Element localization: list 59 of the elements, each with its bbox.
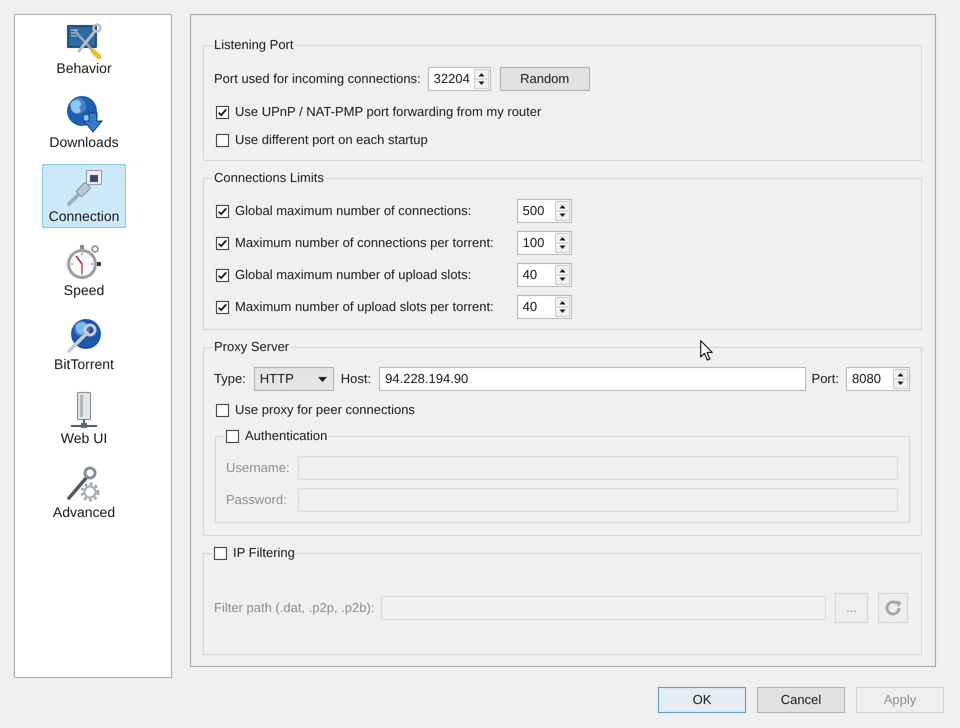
dialog-button[interactable]: OK (658, 687, 746, 713)
checkbox-label[interactable]: Maximum number of upload slots per torrent: (235, 299, 494, 315)
refresh-icon (883, 598, 903, 618)
field-label: Filter path (.dat, .p2p, .p2b): (214, 600, 374, 616)
mouse-pointer-icon (700, 340, 713, 361)
sidebar-item[interactable]: Behavior (42, 16, 126, 80)
proxy-type-dropdown[interactable]: HTTP (254, 367, 334, 391)
dialog-button[interactable]: Cancel (757, 687, 845, 713)
network-plug-icon (64, 168, 104, 208)
number-spinbox[interactable]: 500 (516, 199, 572, 223)
field-label: Host: (340, 371, 372, 387)
up-down-arrows-icon[interactable] (554, 265, 570, 285)
group-title: Proxy Server (214, 339, 290, 354)
sidebar-item[interactable]: BitTorrent (42, 312, 126, 376)
checkbox[interactable] (216, 404, 229, 416)
stopwatch-icon (64, 242, 104, 282)
number-spinbox[interactable]: 8080 (846, 367, 910, 391)
number-spinbox[interactable]: 32204 (428, 67, 491, 91)
checkbox[interactable] (216, 204, 229, 218)
checkbox-label[interactable]: Global maximum number of connections: (235, 203, 472, 219)
group-title: Listening Port (214, 37, 294, 52)
sidebar-item[interactable]: Connection (42, 164, 126, 228)
checkbox-label[interactable]: Use UPnP / NAT-PMP port forwarding from my router (235, 104, 542, 120)
random-button[interactable]: Random (500, 67, 590, 91)
checkbox[interactable] (216, 300, 229, 314)
field-label: Username: (226, 460, 290, 476)
checkbox-label[interactable]: Authentication (245, 428, 328, 444)
checkbox-label[interactable]: Global maximum number of upload slots: (235, 267, 472, 283)
field-label: Port: (812, 371, 839, 387)
checkbox[interactable] (216, 134, 229, 146)
up-down-arrows-icon[interactable] (554, 233, 570, 253)
globe-with-wrench-icon (64, 316, 104, 356)
up-down-arrows-icon[interactable] (474, 69, 489, 89)
number-spinbox[interactable]: 40 (516, 295, 572, 319)
sidebar-item[interactable]: Downloads (42, 90, 126, 154)
checkbox[interactable] (214, 546, 227, 560)
checkbox-label[interactable]: Maximum number of connections per torrent: (235, 235, 494, 251)
checkbox-label[interactable]: IP Filtering (233, 545, 295, 561)
number-spinbox[interactable]: 100 (516, 231, 572, 255)
checkbox[interactable] (216, 236, 229, 250)
sidebar-item[interactable]: Web UI (42, 386, 126, 450)
number-spinbox[interactable]: 40 (516, 263, 572, 287)
globe-with-arrow-icon (64, 94, 104, 134)
up-down-arrows-icon[interactable] (893, 369, 908, 389)
field-label: Port used for incoming connections: (214, 71, 421, 87)
checkbox-label[interactable]: Use proxy for peer connections (235, 402, 415, 418)
checkbox[interactable] (216, 268, 229, 282)
host-field[interactable]: 94.228.194.90 (379, 367, 806, 391)
up-down-arrows-icon[interactable] (554, 297, 570, 317)
field-label: Type: (214, 371, 246, 387)
checkbox-label[interactable]: Use different port on each startup (235, 132, 428, 148)
sidebar-item[interactable]: Speed (42, 238, 126, 302)
field-label: Password: (226, 492, 288, 508)
checkbox[interactable] (226, 430, 239, 442)
checkbox[interactable] (216, 106, 229, 118)
up-down-arrows-icon[interactable] (554, 201, 570, 221)
sidebar-item[interactable]: Advanced (42, 460, 126, 524)
group-title: Connections Limits (214, 170, 324, 185)
caret-icon[interactable] (318, 376, 327, 382)
